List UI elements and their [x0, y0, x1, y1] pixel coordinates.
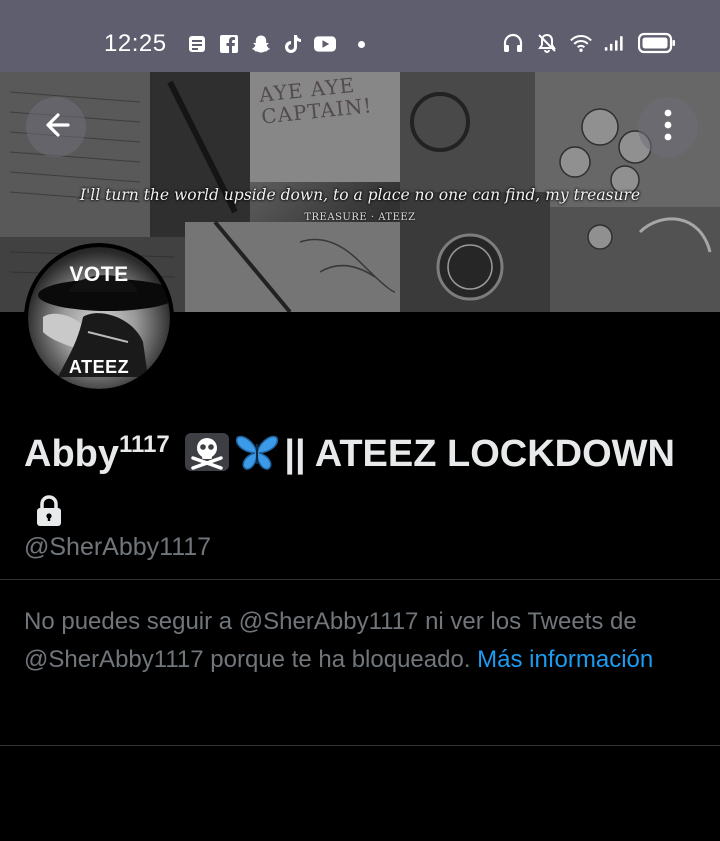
divider-top: [0, 579, 720, 580]
banner-credit: TREASURE · ATEEZ: [304, 212, 416, 223]
notes-icon: [186, 33, 208, 55]
display-name-rest: || ATEEZ LOCKDOWN: [284, 433, 675, 475]
more-notifications-dot: [358, 40, 365, 48]
back-button[interactable]: [26, 97, 86, 157]
skull-crossbones-icon: [184, 432, 230, 487]
notification-icons: [186, 33, 365, 55]
muted-bell-icon: [536, 32, 558, 54]
status-time: 12:25: [104, 30, 167, 57]
signal-icon: [604, 32, 626, 54]
profile-avatar[interactable]: VOTE ATEEZ: [24, 243, 174, 393]
arrow-left-icon: [38, 107, 74, 148]
display-name-superscript: 1117: [119, 431, 170, 458]
user-handle: @SherAbby1117: [24, 533, 212, 561]
more-vertical-icon: [662, 107, 674, 148]
headphones-icon: [502, 32, 524, 54]
snapchat-icon: [250, 33, 272, 55]
learn-more-link[interactable]: Más información: [477, 646, 653, 673]
blocked-message: No puedes seguir a @SherAbby1117 ni ver …: [24, 603, 694, 679]
facebook-icon: [218, 33, 240, 55]
avatar-top-text: VOTE: [69, 263, 129, 286]
tiktok-icon: [282, 33, 304, 55]
divider-bottom: [0, 745, 720, 746]
battery-icon: [638, 32, 676, 54]
youtube-icon: [314, 33, 336, 55]
status-bar: 12:25: [0, 0, 720, 72]
butterfly-icon: [234, 432, 280, 487]
more-options-button[interactable]: [638, 97, 698, 157]
banner-quote: I'll turn the world upside down, to a pl…: [79, 186, 641, 204]
wifi-icon: [570, 32, 592, 54]
display-name: Abby1117 || ATEEZ LOCKDOWN: [24, 418, 704, 543]
avatar-bottom-text: ATEEZ: [68, 357, 130, 377]
display-name-main: Abby: [24, 433, 119, 475]
system-icons: [502, 32, 676, 54]
